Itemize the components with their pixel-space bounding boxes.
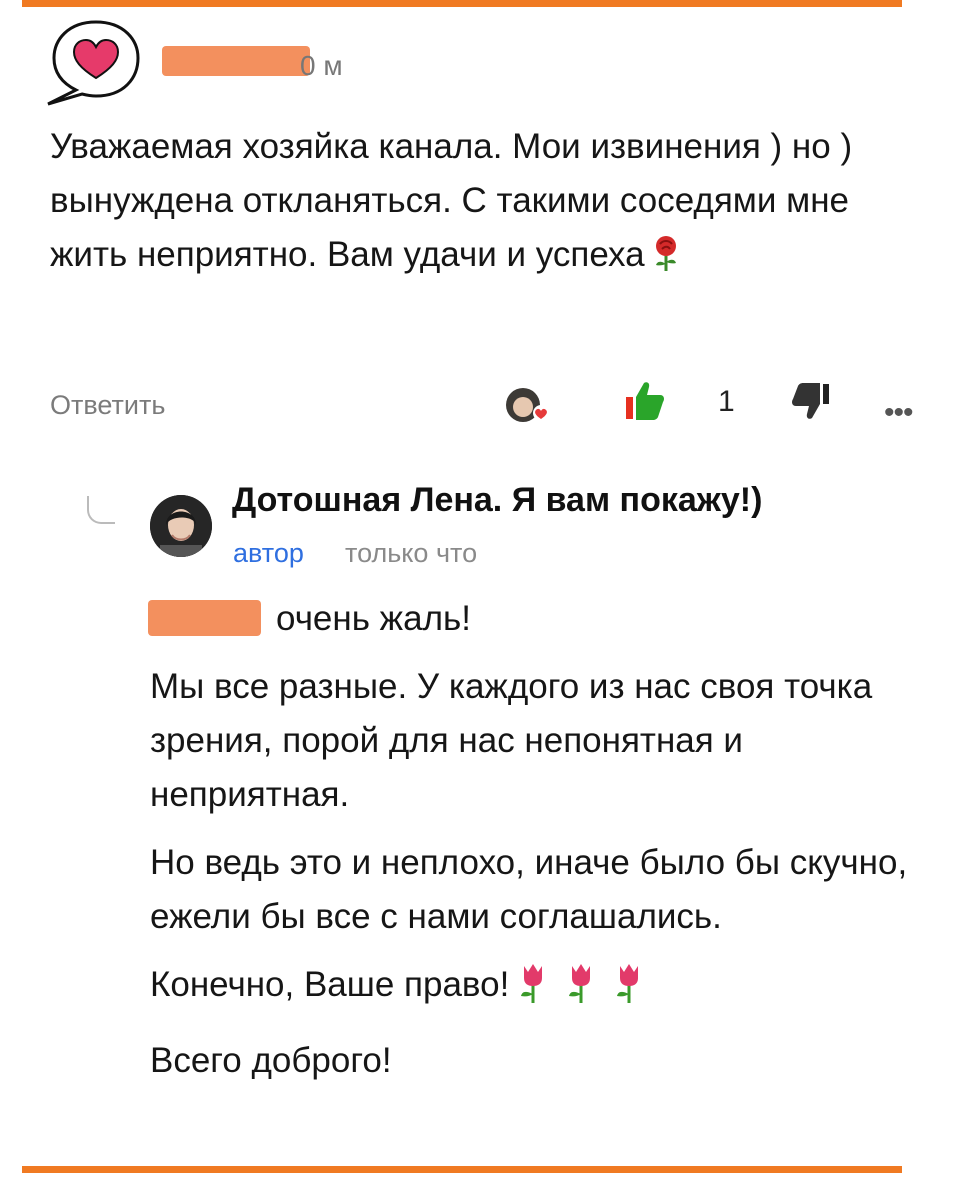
reply-paragraph: Но ведь это и неплохо, иначе было бы ску… <box>150 843 908 936</box>
tulip-icon <box>617 964 639 1003</box>
comment-text: Уважаемая хозяйка канала. Мои извинения … <box>50 120 910 288</box>
more-options-icon[interactable]: ••• <box>884 396 913 430</box>
bottom-divider <box>22 1166 902 1173</box>
author-badge: автор <box>233 538 304 568</box>
reply-line1: очень жаль! <box>276 599 471 638</box>
like-icon[interactable] <box>622 377 668 423</box>
commenter-avatar-heart-icon[interactable] <box>40 14 152 112</box>
rose-icon <box>651 234 681 288</box>
reply-paragraph-text: Конечно, Ваше право! <box>150 965 510 1004</box>
like-count: 1 <box>718 385 735 418</box>
comment-time: 0 м <box>300 50 343 81</box>
tulip-icon <box>569 964 591 1003</box>
reply-time: только что <box>345 538 478 568</box>
tulip-icons <box>513 960 653 1020</box>
reply-paragraph: Конечно, Ваше право! <box>150 958 920 1020</box>
top-divider <box>22 0 902 7</box>
reply-button[interactable]: Ответить <box>50 390 165 421</box>
tulip-icon <box>521 964 543 1003</box>
redacted-username <box>162 46 310 76</box>
reply-body: очень жаль! Мы все разные. У каждого из … <box>150 592 920 1102</box>
reply-paragraph: Всего доброго! <box>150 1041 392 1080</box>
reply-author-name[interactable]: Дотошная Лена. Я вам покажу!) <box>232 481 762 520</box>
comment-text-content: Уважаемая хозяйка канала. Мои извинения … <box>50 127 853 274</box>
author-avatar[interactable] <box>150 495 212 557</box>
thread-connector <box>87 496 115 524</box>
reply-paragraph: Мы все разные. У каждого из нас своя точ… <box>150 667 873 814</box>
dislike-icon[interactable] <box>788 380 834 426</box>
liker-avatar <box>503 383 553 427</box>
